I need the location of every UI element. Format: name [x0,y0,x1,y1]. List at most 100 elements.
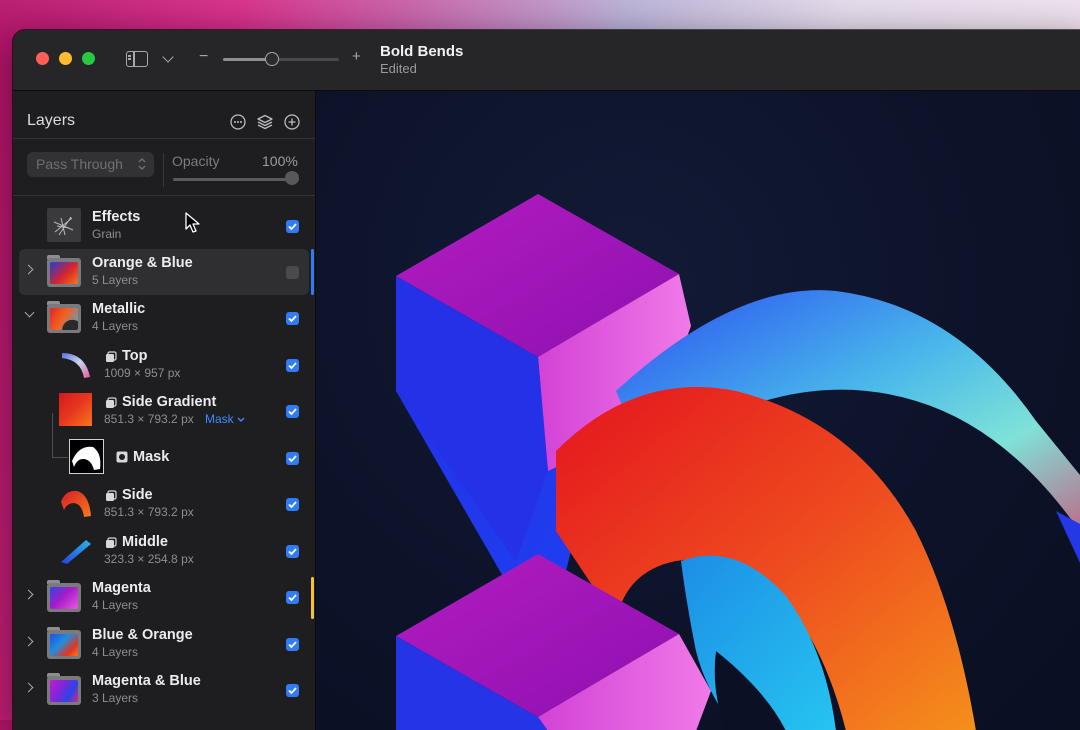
visibility-checkbox[interactable] [286,312,299,325]
chevron-down-icon [237,417,245,422]
layer-name: Blue & Orange [92,627,193,643]
sidebar-toggle-icon[interactable] [126,51,148,67]
checkmark-icon [288,687,297,695]
divider [163,153,164,187]
checkmark-icon [288,362,297,370]
layer-subtitle: 4 Layers [92,598,139,612]
visibility-checkbox[interactable] [286,359,299,372]
blend-mode-value: Pass Through [36,156,123,172]
mouse-pointer-icon [185,212,200,233]
opacity-slider-fill [173,178,299,181]
document-status: Edited [380,61,417,76]
layer-name: Side Gradient [122,394,217,410]
mask-link-label: Mask [205,412,234,426]
layer-name: Metallic [92,301,146,317]
opacity-slider-thumb[interactable] [285,171,299,185]
selection-marker [311,249,314,295]
layer-row-side[interactable]: Side 851.3 × 793.2 px [19,481,309,527]
panel-title: Layers [27,112,76,129]
chevron-right-icon[interactable] [23,636,34,647]
zoom-slider-thumb[interactable] [265,52,279,66]
checkmark-icon [288,548,297,556]
opacity-label: Opacity [172,153,220,169]
checkmark-icon [288,455,297,463]
visibility-checkbox[interactable] [286,638,299,651]
layers-panel: Layers Pass Through Opacity 100% Effects… [13,91,316,730]
layer-name: Middle [122,534,168,550]
visibility-checkbox[interactable] [286,405,299,418]
visibility-checkbox[interactable] [286,266,299,279]
chevron-down-icon[interactable] [24,307,35,318]
titlebar: − + Bold Bends Edited [13,30,1080,91]
group-folder-icon [47,300,81,334]
layer-name: Mask [133,449,170,465]
layer-subtitle: 4 Layers [92,645,139,659]
zoom-window-button[interactable] [82,52,95,65]
group-folder-icon [47,254,81,288]
checkmark-icon [288,501,297,509]
visibility-checkbox[interactable] [286,545,299,558]
zoom-in-button[interactable]: + [352,48,361,65]
layer-name: Orange & Blue [92,255,193,271]
layer-row-mask[interactable]: Mask [19,435,309,481]
app-window: − + Bold Bends Edited Layers Pass Throug… [13,30,1080,730]
close-window-button[interactable] [36,52,49,65]
layer-subtitle: 851.3 × 793.2 px [104,412,194,426]
visibility-checkbox[interactable] [286,591,299,604]
color-tag-marker [311,577,314,619]
checkmark-icon [288,223,297,231]
visibility-checkbox[interactable] [286,684,299,697]
visibility-checkbox[interactable] [286,498,299,511]
mask-thumbnail [69,439,104,474]
opacity-value[interactable]: 100% [262,153,298,169]
layer-row-metallic[interactable]: Metallic 4 Layers [19,295,309,341]
visibility-checkbox[interactable] [286,220,299,233]
layer-name: Effects [92,209,141,225]
layer-row-magenta[interactable]: Magenta 4 Layers [19,574,309,620]
layer-row-middle[interactable]: Middle 323.3 × 254.8 px [19,528,309,574]
layer-subtitle: Grain [92,227,122,241]
layer-row-blue-orange[interactable]: Blue & Orange 4 Layers [19,621,309,667]
image-layer-icon [106,537,117,548]
opacity-slider[interactable] [173,178,299,181]
layers-panel-header: Layers [13,91,315,139]
checkmark-icon [288,408,297,416]
layers-stack-icon[interactable] [257,114,273,130]
layer-name: Magenta [92,580,151,596]
mask-icon [116,451,128,463]
more-options-icon[interactable] [230,114,246,130]
layer-row-side-gradient[interactable]: Side Gradient 851.3 × 793.2 px Mask [19,388,309,434]
image-thumbnail [61,490,91,517]
chevron-right-icon[interactable] [23,264,34,275]
blend-mode-select[interactable]: Pass Through [27,152,154,177]
chevron-right-icon[interactable] [23,682,34,693]
layer-subtitle: 323.3 × 254.8 px [104,552,194,566]
layer-row-orange-blue[interactable]: Orange & Blue 5 Layers [19,249,309,295]
layer-subtitle: 3 Layers [92,691,139,705]
layer-row-magenta-blue[interactable]: Magenta & Blue 3 Layers [19,667,309,713]
chevron-right-icon[interactable] [23,589,34,600]
canvas[interactable] [316,91,1080,730]
visibility-checkbox[interactable] [286,452,299,465]
layer-subtitle: 851.3 × 793.2 px [104,505,194,519]
image-thumbnail [62,353,90,378]
mask-dropdown[interactable]: Mask [205,412,245,426]
image-thumbnail [61,540,91,564]
document-title[interactable]: Bold Bends [380,43,463,60]
layer-name: Top [122,348,148,364]
layer-subtitle: 5 Layers [92,273,139,287]
divider [13,195,315,196]
add-layer-icon[interactable] [284,114,300,130]
minimize-window-button[interactable] [59,52,72,65]
group-folder-icon [47,672,81,706]
group-folder-icon [47,626,81,660]
group-folder-icon [47,579,81,613]
chevron-down-icon[interactable] [162,51,174,63]
zoom-slider[interactable] [223,58,339,61]
layer-row-top[interactable]: Top 1009 × 957 px [19,342,309,388]
zoom-out-button[interactable]: − [199,48,208,66]
layer-name: Side [122,487,153,503]
image-layer-icon [106,351,117,362]
grain-effect-icon [47,208,81,242]
layer-row-effects[interactable]: Effects Grain [19,203,309,249]
